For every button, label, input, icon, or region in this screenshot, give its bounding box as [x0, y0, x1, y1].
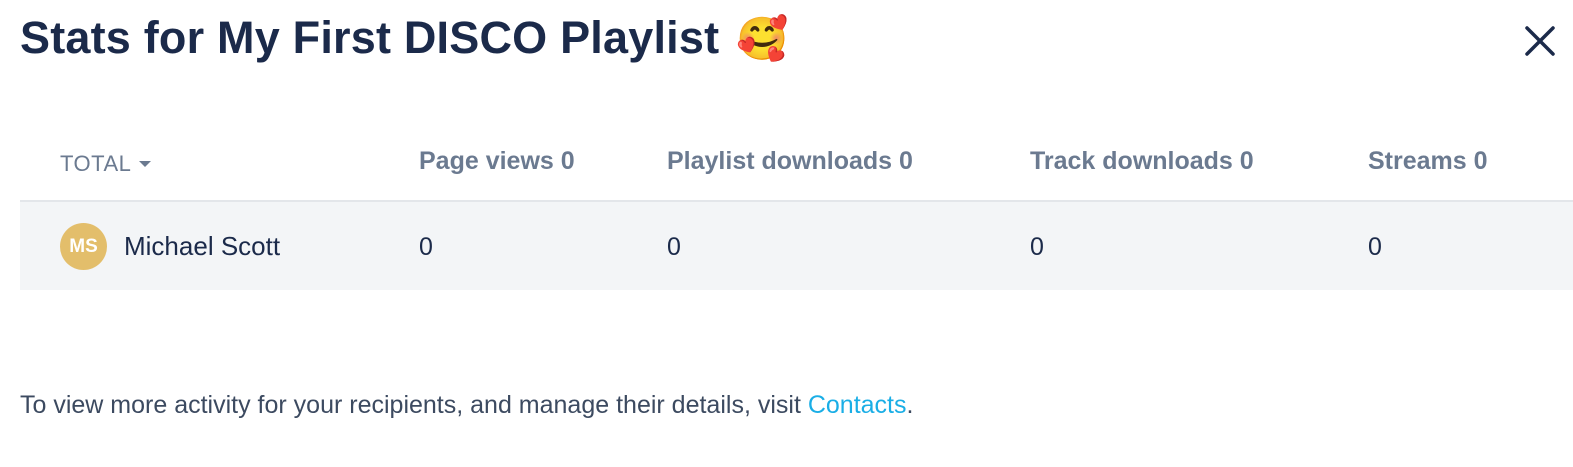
- cell-streams: 0: [1368, 233, 1382, 261]
- header-playlist-downloads: Playlist downloads 0: [667, 147, 913, 175]
- sort-dropdown-total[interactable]: TOTAL: [60, 151, 152, 177]
- recipient-name: Michael Scott: [124, 231, 281, 261]
- cell-page-views: 0: [419, 233, 433, 261]
- stats-modal: Stats for My First DISCO Playlist 🥰 TOTA…: [0, 0, 1573, 467]
- close-button[interactable]: [1521, 22, 1559, 60]
- cell-track-downloads: 0: [1030, 233, 1044, 261]
- caret-down-icon: [139, 161, 152, 167]
- cell-playlist-downloads: 0: [667, 233, 681, 261]
- stats-table: TOTAL Page views 0 Playlist downloads 0 …: [20, 118, 1573, 290]
- avatar: MS: [60, 223, 107, 270]
- header-page-views: Page views 0: [419, 147, 575, 175]
- header-streams: Streams 0: [1368, 147, 1488, 175]
- footer-text: To view more activity for your recipient…: [20, 391, 808, 419]
- contacts-link[interactable]: Contacts: [808, 391, 907, 419]
- table-header: TOTAL Page views 0 Playlist downloads 0 …: [20, 118, 1573, 202]
- header-track-downloads: Track downloads 0: [1030, 147, 1254, 175]
- smiling-hearts-emoji: 🥰: [735, 15, 789, 62]
- footer-note: To view more activity for your recipient…: [20, 391, 913, 420]
- modal-title: Stats for My First DISCO Playlist 🥰: [20, 12, 788, 64]
- footer-suffix: .: [906, 391, 914, 419]
- sort-label: TOTAL: [60, 151, 132, 176]
- table-row: MS Michael Scott 0 0 0 0: [20, 202, 1573, 290]
- modal-title-text: Stats for My First DISCO Playlist: [20, 12, 720, 63]
- close-icon: [1525, 26, 1555, 56]
